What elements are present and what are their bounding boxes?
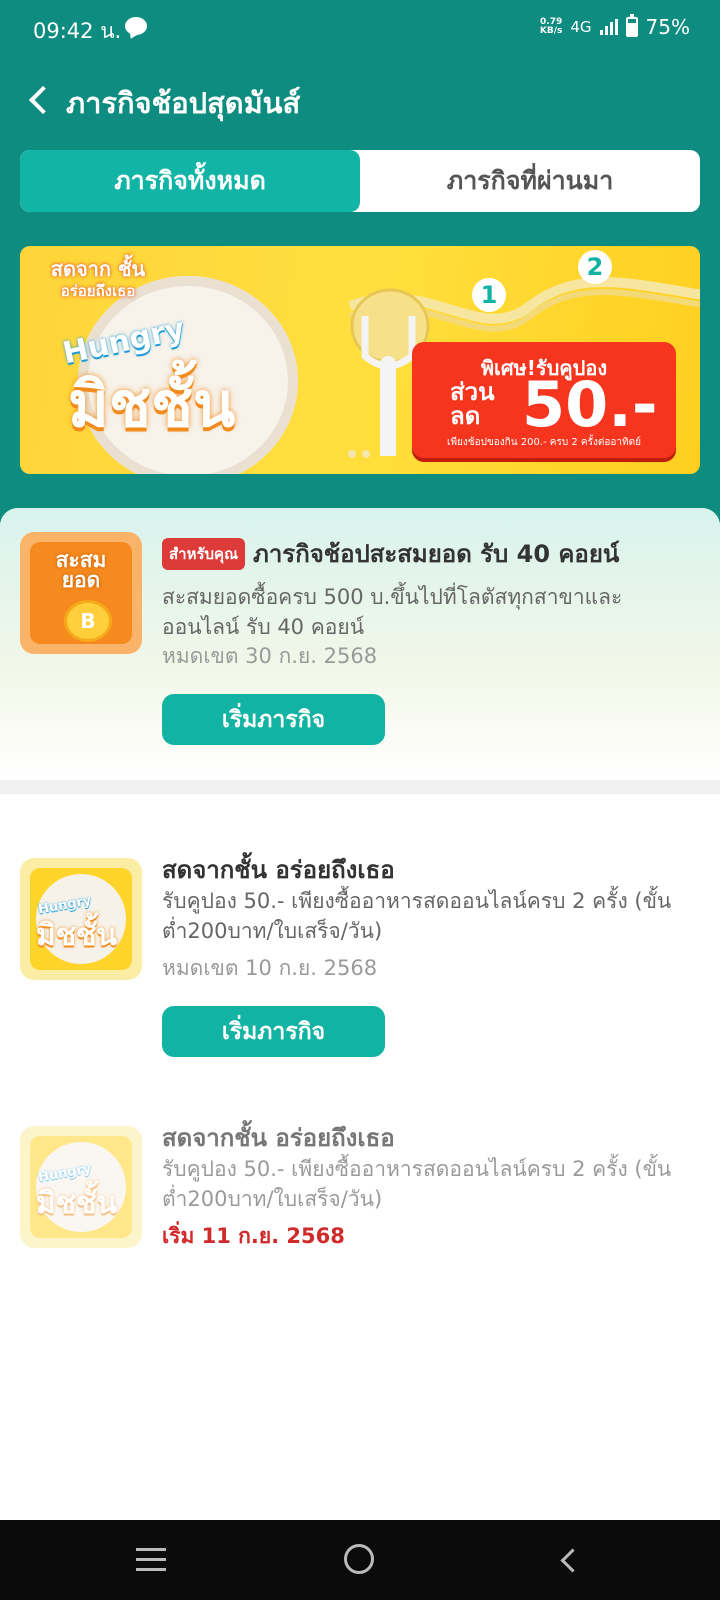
- banner-tagline-2: อร่อยถึงเธอ: [60, 282, 136, 300]
- status-time: 09:42 น.: [33, 19, 122, 43]
- mission-title: สดจากชั้น อร่อยถึงเธอ: [162, 856, 395, 884]
- back-arrow-icon[interactable]: [24, 82, 54, 118]
- mission-card: สะสม ยอด B สำหรับคุณ ภารกิจช้อปสะสมยอด ร…: [0, 508, 720, 780]
- mission-description: รับคูปอง 50.- เพียงซื้ออาหารสดออนไลน์ครบ…: [162, 1157, 672, 1211]
- step-1-badge: 1: [472, 278, 506, 312]
- battery-percent: 75%: [645, 15, 690, 39]
- hungry-mission-thumbnail: Hungry มิชชั้น: [20, 1126, 142, 1248]
- tab-all-missions[interactable]: ภารกิจทั้งหมด: [20, 150, 360, 212]
- mission-card: Hungry มิชชั้น สดจากชั้น อร่อยถึงเธอ รับ…: [0, 794, 720, 1064]
- start-mission-button[interactable]: เริ่มภารกิจ: [162, 694, 385, 745]
- mission-tabs: ภารกิจทั้งหมด ภารกิจที่ผ่านมา: [20, 150, 700, 212]
- missions-panel: สะสม ยอด B สำหรับคุณ ภารกิจช้อปสะสมยอด ร…: [0, 508, 720, 1520]
- thumbnail-brand-text: มิชชั้น: [36, 918, 118, 953]
- battery-icon: [625, 14, 638, 37]
- start-mission-button[interactable]: เริ่มภารกิจ: [162, 1006, 385, 1057]
- home-icon[interactable]: [344, 1544, 374, 1574]
- page-title: ภารกิจช้อปสุดมันส์: [66, 86, 301, 120]
- mission-card-upcoming: Hungry มิชชั้น สดจากชั้น อร่อยถึงเธอ รับ…: [0, 1064, 720, 1264]
- banner-tagline: สดจาก ชั้น อร่อยถึงเธอ: [38, 258, 158, 302]
- network-speed: 0.79 KB/s: [540, 18, 562, 36]
- accumulate-coin-thumbnail: สะสม ยอด B: [20, 532, 142, 654]
- thumbnail-label-1: สะสม: [55, 548, 107, 572]
- mission-description: รับคูปอง 50.- เพียงซื้ออาหารสดออนไลน์ครบ…: [162, 889, 672, 943]
- signal-icon: [599, 19, 618, 35]
- mission-description: สะสมยอดซื้อครบ 500 บ.ขึ้นไปที่โลตัสทุกสา…: [162, 585, 623, 639]
- mission-title: ภารกิจช้อปสะสมยอด รับ 40 คอยน์: [253, 540, 620, 568]
- mission-start-date: เริ่ม 11 ก.ย. 2568: [162, 1224, 345, 1248]
- status-indicators: 0.79 KB/s 4G 75%: [540, 14, 690, 39]
- section-divider: [0, 780, 720, 794]
- coupon-discount-line1: ส่วน: [450, 378, 495, 406]
- banner-pagination: [348, 450, 370, 458]
- banner-brand-text: มิชชั้น: [68, 368, 236, 441]
- thumbnail-brand-text: มิชชั้น: [36, 1186, 118, 1221]
- coupon-discount-line2: ลด: [450, 402, 481, 430]
- mission-title-row: สำหรับคุณ ภารกิจช้อปสะสมยอด รับ 40 คอยน์: [162, 534, 619, 573]
- coupon-discount-label: ส่วน ลด: [450, 380, 495, 428]
- recent-apps-icon[interactable]: [136, 1548, 166, 1572]
- hungry-mission-thumbnail: Hungry มิชชั้น: [20, 858, 142, 980]
- chat-notification-icon: [125, 17, 147, 35]
- coupon-amount: 50.-: [522, 368, 658, 441]
- mission-title-row: สดจากชั้น อร่อยถึงเธอ: [162, 850, 395, 889]
- app-header: ภารกิจช้อปสุดมันส์: [0, 72, 720, 128]
- thumbnail-label-2: ยอด: [61, 568, 101, 592]
- network-type: 4G: [570, 18, 592, 36]
- mission-title-row: สดจากชั้น อร่อยถึงเธอ: [162, 1118, 395, 1157]
- system-navigation-bar: [0, 1520, 720, 1600]
- step-2-badge: 2: [578, 250, 612, 284]
- for-you-badge: สำหรับคุณ: [162, 537, 245, 570]
- mission-expiry: หมดเขต 10 ก.ย. 2568: [162, 956, 378, 980]
- promo-banner[interactable]: 1 2 สดจาก ชั้น อร่อยถึงเธอ Hungry มิชชั้…: [20, 246, 700, 474]
- pagination-dot[interactable]: [348, 450, 356, 458]
- tab-past-missions[interactable]: ภารกิจที่ผ่านมา: [360, 150, 700, 212]
- system-back-icon[interactable]: [556, 1548, 580, 1572]
- network-speed-unit: KB/s: [539, 26, 563, 36]
- banner-tagline-1: สดจาก ชั้น: [50, 257, 146, 281]
- pagination-dot[interactable]: [362, 450, 370, 458]
- mission-expiry: หมดเขต 30 ก.ย. 2568: [162, 644, 378, 668]
- status-bar: 09:42 น. 0.79 KB/s 4G 75%: [0, 0, 720, 56]
- coin-icon: B: [64, 600, 112, 642]
- coupon-note: เพียงช้อปของกิน 200.- ครบ 2 ครั้งต่ออาทิ…: [447, 437, 641, 448]
- thumbnail-label: สะสม ยอด: [30, 548, 132, 592]
- coupon-card: พิเศษ!รับคูปอง ส่วน ลด 50.- เพียงช้อปของ…: [412, 342, 676, 458]
- mission-title: สดจากชั้น อร่อยถึงเธอ: [162, 1124, 395, 1152]
